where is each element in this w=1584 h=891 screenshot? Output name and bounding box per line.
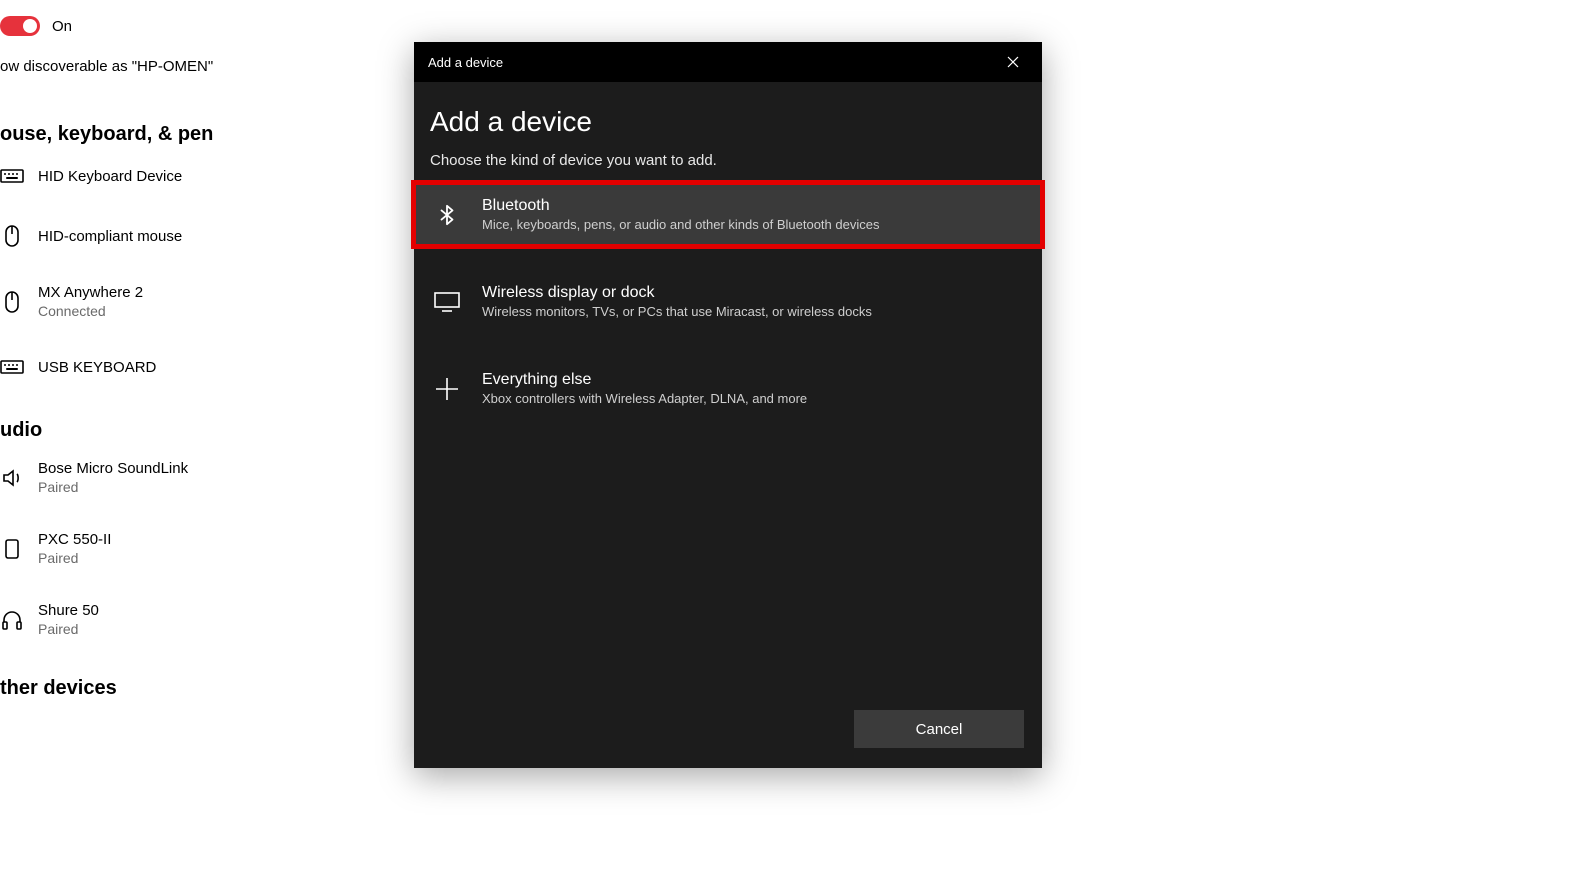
discoverable-text: ow discoverable as "HP-OMEN" xyxy=(0,58,380,75)
option-desc: Mice, keyboards, pens, or audio and othe… xyxy=(482,217,879,232)
dialog-subhead: Choose the kind of device you want to ad… xyxy=(430,152,1026,169)
device-row[interactable]: Shure 50 Paired xyxy=(0,602,380,637)
mouse-icon xyxy=(0,290,24,314)
keyboard-icon xyxy=(0,164,24,188)
dialog-heading: Add a device xyxy=(430,106,1026,138)
headphone-icon xyxy=(0,608,24,632)
device-name: HID-compliant mouse xyxy=(38,228,182,245)
option-title: Everything else xyxy=(482,371,807,389)
device-kind-option[interactable]: Wireless display or dock Wireless monitor… xyxy=(414,270,1042,333)
option-title: Wireless display or dock xyxy=(482,284,872,302)
device-name: MX Anywhere 2 xyxy=(38,284,143,301)
keyboard-icon xyxy=(0,355,24,379)
device-status: Connected xyxy=(38,303,143,319)
device-row[interactable]: MX Anywhere 2 Connected xyxy=(0,284,380,319)
display-icon xyxy=(430,285,464,319)
mouse-icon xyxy=(0,224,24,248)
bluetooth-toggle[interactable] xyxy=(0,16,40,36)
device-status: Paired xyxy=(38,621,99,637)
device-row[interactable]: PXC 550-II Paired xyxy=(0,531,380,566)
device-name: HID Keyboard Device xyxy=(38,168,182,185)
device-icon xyxy=(0,537,24,561)
device-status: Paired xyxy=(38,550,111,566)
device-row[interactable]: USB KEYBOARD xyxy=(0,355,380,379)
device-row[interactable]: HID Keyboard Device xyxy=(0,164,380,188)
section-other-heading: ther devices xyxy=(0,677,380,700)
plus-icon xyxy=(430,372,464,406)
device-kind-option[interactable]: Everything else Xbox controllers with Wir… xyxy=(414,357,1042,420)
speaker-icon xyxy=(0,466,24,490)
device-name: Bose Micro SoundLink xyxy=(38,460,188,477)
section-mouse-heading: ouse, keyboard, & pen xyxy=(0,123,380,146)
device-name: Shure 50 xyxy=(38,602,99,619)
option-title: Bluetooth xyxy=(482,197,879,215)
device-kind-option[interactable]: Bluetooth Mice, keyboards, pens, or audio… xyxy=(414,183,1042,246)
dialog-titlebar: Add a device xyxy=(414,42,1042,82)
option-desc: Wireless monitors, TVs, or PCs that use … xyxy=(482,304,872,319)
device-row[interactable]: HID-compliant mouse xyxy=(0,224,380,248)
device-row[interactable]: Bose Micro SoundLink Paired xyxy=(0,460,380,495)
close-icon xyxy=(1007,56,1019,68)
device-status: Paired xyxy=(38,479,188,495)
option-desc: Xbox controllers with Wireless Adapter, … xyxy=(482,391,807,406)
bluetooth-toggle-row: On xyxy=(0,16,380,36)
close-button[interactable] xyxy=(998,47,1028,77)
cancel-button[interactable]: Cancel xyxy=(854,710,1024,748)
add-device-dialog: Add a device Add a device Choose the kin… xyxy=(414,42,1042,768)
device-name: USB KEYBOARD xyxy=(38,359,156,376)
device-name: PXC 550-II xyxy=(38,531,111,548)
bluetooth-toggle-label: On xyxy=(52,18,72,35)
section-audio-heading: udio xyxy=(0,419,380,442)
dialog-titlebar-text: Add a device xyxy=(428,55,503,70)
bluetooth-icon xyxy=(430,198,464,232)
